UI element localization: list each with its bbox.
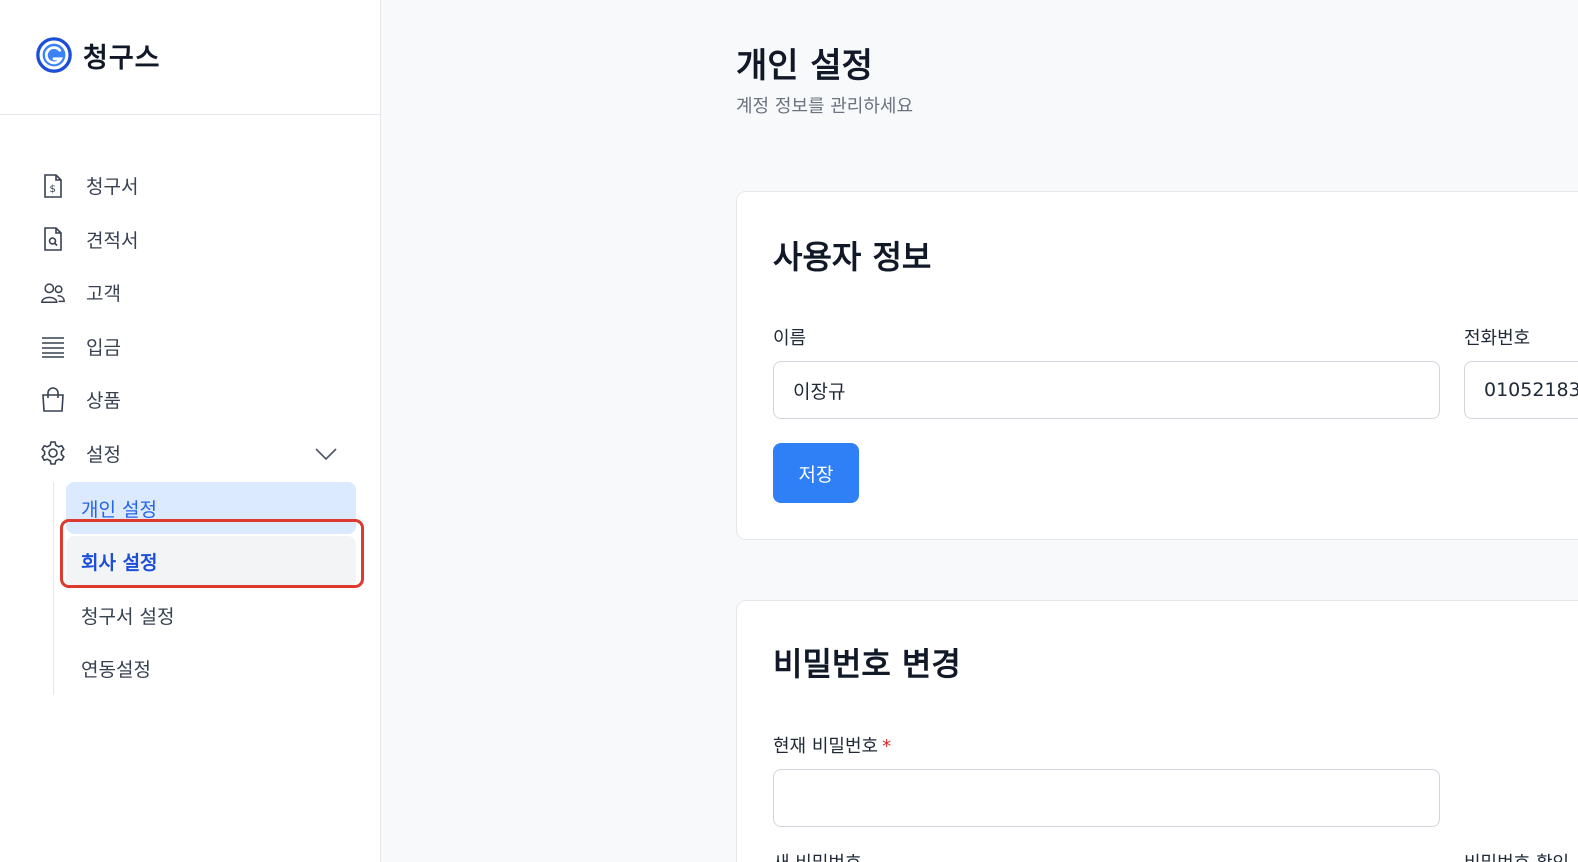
save-button[interactable]: 저장 [773, 443, 859, 503]
sidebar-item-settings[interactable]: 설정 [0, 427, 380, 481]
brand-header: 청구스 [0, 0, 380, 115]
current-password-label: 현재 비밀번호 * [773, 732, 891, 758]
subnav-item-company-settings[interactable]: 회사 설정 [66, 535, 356, 588]
new-password-label: 새 비밀번호 [773, 849, 862, 862]
brand-logo-icon [36, 37, 72, 73]
sidebar-item-quotes[interactable]: 견적서 [0, 213, 380, 267]
sidebar-item-customers[interactable]: 고객 [0, 266, 380, 320]
user-info-card: 사용자 정보 이름 이장규 전화번호 01052183 저장 [736, 191, 1578, 540]
sidebar-item-label: 청구서 [86, 176, 139, 199]
list-lines-icon [40, 333, 66, 359]
chevron-down-icon[interactable] [314, 442, 338, 466]
subnav-item-integration-settings[interactable]: 연동설정 [66, 643, 356, 695]
shopping-bag-icon [40, 387, 66, 413]
sidebar-item-label: 설정 [86, 443, 121, 466]
sidebar-item-label: 상품 [86, 390, 121, 413]
app-root: 청구스 $ 청구서 견적서 고객 입금 상품 설정 개인 설정 회사 설정 청구… [0, 0, 1578, 862]
gear-icon [40, 440, 66, 466]
sidebar-item-payments[interactable]: 입금 [0, 320, 380, 374]
phone-label: 전화번호 [1464, 328, 1531, 349]
password-change-card: 비밀번호 변경 현재 비밀번호* 새 비밀번호 비밀번호 확인 [736, 600, 1578, 862]
sidebar-item-invoices[interactable]: $ 청구서 [0, 159, 380, 213]
sidebar: 청구스 $ 청구서 견적서 고객 입금 상품 설정 개인 설정 회사 설정 청구… [0, 0, 381, 862]
settings-subnav: 개인 설정 회사 설정 청구서 설정 연동설정 [53, 480, 380, 695]
user-info-title: 사용자 정보 [773, 238, 932, 276]
sidebar-item-products[interactable]: 상품 [0, 373, 380, 427]
sidebar-nav: $ 청구서 견적서 고객 입금 상품 설정 개인 설정 회사 설정 청구서 설정… [0, 115, 380, 695]
svg-text:$: $ [50, 184, 56, 195]
brand-name: 청구스 [83, 42, 161, 74]
quote-document-icon [40, 226, 66, 252]
page-subtitle: 계정 정보를 관리하세요 [736, 96, 914, 117]
current-password-input[interactable] [773, 769, 1440, 827]
page-title: 개인 설정 [736, 46, 873, 86]
invoice-dollar-icon: $ [40, 173, 66, 199]
required-mark: * [882, 736, 892, 757]
password-change-title: 비밀번호 변경 [773, 645, 961, 683]
sidebar-item-label: 고객 [86, 283, 121, 306]
main-content: 개인 설정 계정 정보를 관리하세요 사용자 정보 이름 이장규 전화번호 01… [381, 0, 1578, 862]
subnav-item-personal-settings[interactable]: 개인 설정 [66, 482, 356, 534]
subnav-item-invoice-settings[interactable]: 청구서 설정 [66, 589, 356, 641]
name-input[interactable]: 이장규 [773, 361, 1440, 419]
sidebar-item-label: 입금 [86, 336, 121, 359]
current-password-label-text: 현재 비밀번호 [773, 736, 879, 757]
sidebar-item-label: 견적서 [86, 229, 139, 252]
phone-input[interactable]: 01052183 [1464, 361, 1578, 419]
name-label: 이름 [773, 328, 807, 349]
confirm-password-label: 비밀번호 확인 [1464, 849, 1569, 862]
users-icon [40, 280, 66, 306]
